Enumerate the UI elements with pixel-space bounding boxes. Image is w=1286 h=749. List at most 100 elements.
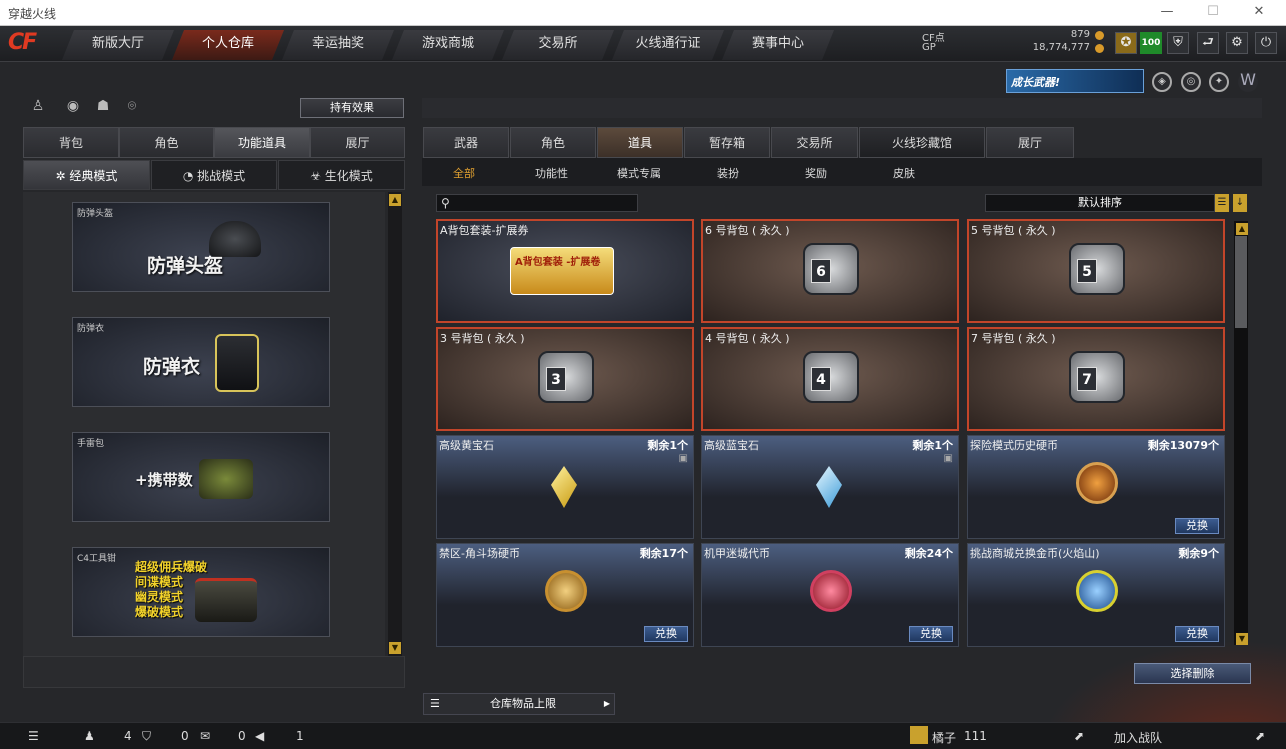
sort-select[interactable]: 默认排序 xyxy=(985,194,1215,212)
popout-icon[interactable]: ⬈ xyxy=(1255,729,1265,743)
bag-number: 3 xyxy=(546,367,566,391)
exchange-button[interactable]: 兑换 xyxy=(644,626,688,642)
item-card[interactable]: 高级蓝宝石 剩余1个 ▣ xyxy=(701,435,959,539)
exchange-button[interactable]: 兑换 xyxy=(909,626,953,642)
nav-tab-shop[interactable]: 游戏商城 xyxy=(392,30,504,60)
popout-icon[interactable]: ⬈ xyxy=(1074,729,1084,743)
guard-count: 0 xyxy=(181,729,189,743)
tab-props[interactable]: 道具 xyxy=(597,127,683,158)
item-card-grenade-pack[interactable]: 手雷包 +携带数 xyxy=(72,432,330,522)
scroll-down-arrow-icon[interactable]: ▼ xyxy=(389,642,401,654)
item-card-vest[interactable]: 防弹衣 防弹衣 xyxy=(72,317,330,407)
card-title: 超级佣兵爆破 xyxy=(135,560,208,574)
item-card[interactable]: 4 号背包 ( 永久 ) 4 xyxy=(701,327,959,431)
nav-tab-exchange[interactable]: 交易所 xyxy=(502,30,614,60)
shield-icon[interactable]: ⛉ xyxy=(142,729,151,744)
mouse-icon[interactable]: ⌾ xyxy=(122,98,142,118)
item-card-helmet[interactable]: 防弹头盔 防弹头盔 xyxy=(72,202,330,292)
scroll-up-arrow-icon[interactable]: ▲ xyxy=(389,194,401,206)
minimize-button[interactable]: — xyxy=(1152,4,1182,19)
nav-tab-lobby[interactable]: 新版大厅 xyxy=(62,30,174,60)
clan-icon[interactable]: ⛨ xyxy=(1167,32,1189,54)
card-caption: 防弹头盔 xyxy=(77,209,114,219)
item-card[interactable]: A背包套装-扩展券 A背包套装 -扩展卷 xyxy=(436,219,694,323)
return-icon[interactable]: ⮐ xyxy=(1197,32,1219,54)
subtab-all[interactable]: 全部 xyxy=(453,165,475,181)
item-card[interactable]: 3 号背包 ( 永久 ) 3 xyxy=(436,327,694,431)
menu-list-icon[interactable]: ☰ xyxy=(28,729,39,743)
close-button[interactable]: ✕ xyxy=(1244,4,1274,19)
tab-temp-box[interactable]: 暂存箱 xyxy=(684,127,770,158)
item-card[interactable]: 探险模式历史硬币 剩余13079个 兑换 xyxy=(967,435,1225,539)
left-scrollbar[interactable]: ▲ ▼ xyxy=(388,192,402,656)
tab-trade[interactable]: 交易所 xyxy=(771,127,858,158)
search-input[interactable]: ⚲ xyxy=(436,194,638,212)
tab-roles[interactable]: 角色 xyxy=(510,127,596,158)
item-name: 高级黄宝石 xyxy=(439,439,494,452)
subtab-mode-exclusive[interactable]: 模式专属 xyxy=(617,165,661,181)
subtab-skins[interactable]: 皮肤 xyxy=(893,165,915,181)
item-card[interactable]: 7 号背包 ( 永久 ) 7 xyxy=(967,327,1225,431)
item-card[interactable]: 挑战商城兑换金币(火焰山) 剩余9个 兑换 xyxy=(967,543,1225,647)
mode-zombie[interactable]: ☣ 生化模式 xyxy=(278,160,405,190)
character-icon[interactable]: ☗ xyxy=(93,98,113,118)
card-mode-text: 超级佣兵爆破 间谍模式 幽灵模式 爆破模式 xyxy=(135,560,207,620)
item-card[interactable]: 禁区-角斗场硬币 剩余17个 兑换 xyxy=(436,543,694,647)
item-remaining: 剩余1个 xyxy=(647,439,688,452)
tab-function-items[interactable]: 功能道具 xyxy=(214,127,310,158)
item-card[interactable]: 高级黄宝石 剩余1个 ▣ xyxy=(436,435,694,539)
subtab-rewards[interactable]: 奖励 xyxy=(805,165,827,181)
scroll-up-arrow-icon[interactable]: ▲ xyxy=(1236,223,1248,235)
effect-button[interactable]: 持有效果 xyxy=(300,98,404,118)
nav-tab-events[interactable]: 赛事中心 xyxy=(722,30,834,60)
tab-weapons[interactable]: 武器 xyxy=(423,127,509,158)
subtab-cosmetic[interactable]: 装扮 xyxy=(717,165,739,181)
item-card[interactable]: 5 号背包 ( 永久 ) 5 xyxy=(967,219,1225,323)
storage-limit-bar[interactable]: ☰ 仓库物品上限 ▶ xyxy=(423,693,615,715)
settings-gear-icon[interactable]: ⚙ xyxy=(1226,32,1248,54)
replay-icon[interactable]: ◉ xyxy=(63,98,83,118)
player-rank-icon xyxy=(910,726,928,744)
chat-icon[interactable]: ✉ xyxy=(200,729,210,743)
select-delete-button[interactable]: 选择删除 xyxy=(1134,663,1251,684)
list-view-icon[interactable]: ☰ xyxy=(1215,194,1229,212)
item-name: 机甲迷城代币 xyxy=(704,547,770,560)
join-clan-link[interactable]: 加入战队 xyxy=(1114,729,1162,746)
right-scroll-thumb[interactable] xyxy=(1235,236,1247,328)
challenge-mode-icon: ◔ xyxy=(182,169,198,183)
biohazard-icon: ☣ xyxy=(310,169,325,183)
subtab-functional[interactable]: 功能性 xyxy=(535,165,568,181)
team-icon[interactable]: ♙ xyxy=(28,98,48,118)
item-card[interactable]: 机甲迷城代币 剩余24个 兑换 xyxy=(701,543,959,647)
mode-classic[interactable]: ✲ 经典模式 xyxy=(23,160,150,190)
nav-tab-lottery[interactable]: 幸运抽奖 xyxy=(282,30,394,60)
mode-challenge[interactable]: ◔ 挑战模式 xyxy=(151,160,277,190)
lock-icon: ▣ xyxy=(943,453,953,464)
item-card[interactable]: 6 号背包 ( 永久 ) 6 xyxy=(701,219,959,323)
wing-badge-icon[interactable]: W xyxy=(1238,72,1258,92)
speaker-icon[interactable]: ◀ xyxy=(255,729,264,743)
target-badge-icon[interactable]: ◎ xyxy=(1181,72,1201,92)
exchange-button[interactable]: 兑换 xyxy=(1175,518,1219,534)
item-grid: A背包套装-扩展券 A背包套装 -扩展卷 6 号背包 ( 永久 ) 6 5 号背… xyxy=(436,219,1228,649)
nav-tab-warehouse[interactable]: 个人仓库 xyxy=(172,30,284,60)
title-bar: 穿越火线 — ☐ ✕ xyxy=(0,0,1286,26)
tab-showroom[interactable]: 展厅 xyxy=(310,127,405,158)
rank-badge-icon[interactable]: ✪ xyxy=(1115,32,1137,54)
friends-icon[interactable]: ♟ xyxy=(84,729,95,743)
item-card-c4-pliers[interactable]: C4工具钳 超级佣兵爆破 间谍模式 幽灵模式 爆破模式 xyxy=(72,547,330,637)
expand-arrow-icon: ▶ xyxy=(603,699,610,708)
gp-value: 18,774,777 xyxy=(1032,42,1090,53)
item-name: 高级蓝宝石 xyxy=(704,439,759,452)
power-icon[interactable]: ⏻ xyxy=(1255,32,1277,54)
tab-collection[interactable]: 火线珍藏馆 xyxy=(859,127,985,158)
nav-tab-pass[interactable]: 火线通行证 xyxy=(612,30,724,60)
sort-arrow-icon[interactable]: ↓ xyxy=(1233,194,1247,212)
tab-exhibition[interactable]: 展厅 xyxy=(986,127,1074,158)
tab-backpack[interactable]: 背包 xyxy=(23,127,119,158)
growth-weapon-banner[interactable]: 成长武器! xyxy=(1006,69,1144,93)
rocket-badge-icon[interactable]: ✦ xyxy=(1209,72,1229,92)
tab-character[interactable]: 角色 xyxy=(119,127,214,158)
maximize-button[interactable]: ☐ xyxy=(1198,4,1228,19)
shield-badge-icon[interactable]: ◈ xyxy=(1152,72,1172,92)
